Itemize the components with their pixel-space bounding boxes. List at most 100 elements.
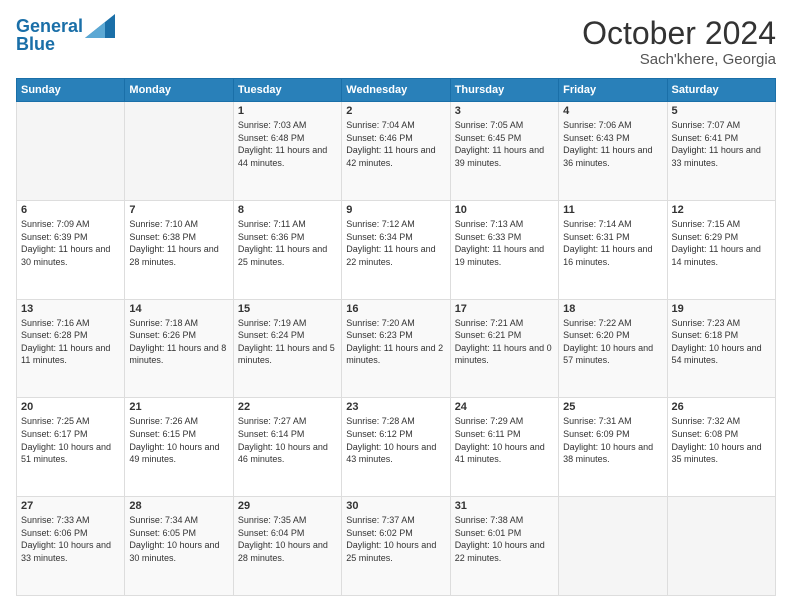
day-number: 8 [238, 204, 337, 216]
calendar-cell: 11 Sunrise: 7:14 AM Sunset: 6:31 PM Dayli… [559, 200, 667, 299]
day-info: Sunrise: 7:33 AM Sunset: 6:06 PM Dayligh… [21, 514, 120, 564]
day-info: Sunrise: 7:09 AM Sunset: 6:39 PM Dayligh… [21, 218, 120, 268]
day-info: Sunrise: 7:10 AM Sunset: 6:38 PM Dayligh… [129, 218, 228, 268]
calendar-cell: 8 Sunrise: 7:11 AM Sunset: 6:36 PM Daylig… [233, 200, 341, 299]
calendar-cell: 9 Sunrise: 7:12 AM Sunset: 6:34 PM Daylig… [342, 200, 450, 299]
day-number: 23 [346, 401, 445, 413]
calendar-cell [125, 102, 233, 201]
day-number: 11 [563, 204, 662, 216]
calendar-cell [667, 497, 775, 596]
calendar-week-row: 1 Sunrise: 7:03 AM Sunset: 6:48 PM Daylig… [17, 102, 776, 201]
weekday-header: Friday [559, 79, 667, 102]
calendar-cell: 13 Sunrise: 7:16 AM Sunset: 6:28 PM Dayli… [17, 299, 125, 398]
weekday-header: Sunday [17, 79, 125, 102]
day-info: Sunrise: 7:27 AM Sunset: 6:14 PM Dayligh… [238, 415, 337, 465]
day-number: 9 [346, 204, 445, 216]
calendar-cell: 2Sunrise: 7:04 AM Sunset: 6:46 PM Daylig… [342, 102, 450, 201]
day-number: 16 [346, 303, 445, 315]
calendar-cell: 1 Sunrise: 7:03 AM Sunset: 6:48 PM Daylig… [233, 102, 341, 201]
calendar-cell: 5 Sunrise: 7:07 AM Sunset: 6:41 PM Daylig… [667, 102, 775, 201]
day-number: 7 [129, 204, 228, 216]
calendar-cell: 3Sunrise: 7:05 AM Sunset: 6:45 PM Daylig… [450, 102, 558, 201]
day-number: 5 [672, 105, 771, 117]
calendar-cell: 21 Sunrise: 7:26 AM Sunset: 6:15 PM Dayli… [125, 398, 233, 497]
calendar-cell: 22Sunrise: 7:27 AM Sunset: 6:14 PM Dayli… [233, 398, 341, 497]
day-info: Sunrise: 7:32 AM Sunset: 6:08 PM Dayligh… [672, 415, 771, 465]
header: General Blue October 2024 Sach'khere, Ge… [16, 16, 776, 68]
calendar-cell: 17 Sunrise: 7:21 AM Sunset: 6:21 PM Dayli… [450, 299, 558, 398]
calendar-cell: 30 Sunrise: 7:37 AM Sunset: 6:02 PM Dayli… [342, 497, 450, 596]
calendar-cell: 19 Sunrise: 7:23 AM Sunset: 6:18 PM Dayli… [667, 299, 775, 398]
calendar-cell: 15Sunrise: 7:19 AM Sunset: 6:24 PM Dayli… [233, 299, 341, 398]
day-info: Sunrise: 7:03 AM Sunset: 6:48 PM Dayligh… [238, 119, 337, 169]
calendar-week-row: 6 Sunrise: 7:09 AM Sunset: 6:39 PM Daylig… [17, 200, 776, 299]
day-info: Sunrise: 7:29 AM Sunset: 6:11 PM Dayligh… [455, 415, 554, 465]
calendar-cell: 28Sunrise: 7:34 AM Sunset: 6:05 PM Dayli… [125, 497, 233, 596]
calendar-cell: 20 Sunrise: 7:25 AM Sunset: 6:17 PM Dayli… [17, 398, 125, 497]
day-info: Sunrise: 7:07 AM Sunset: 6:41 PM Dayligh… [672, 119, 771, 169]
calendar-cell: 26 Sunrise: 7:32 AM Sunset: 6:08 PM Dayli… [667, 398, 775, 497]
day-info: Sunrise: 7:28 AM Sunset: 6:12 PM Dayligh… [346, 415, 445, 465]
day-info: Sunrise: 7:16 AM Sunset: 6:28 PM Dayligh… [21, 317, 120, 367]
calendar-cell: 27 Sunrise: 7:33 AM Sunset: 6:06 PM Dayli… [17, 497, 125, 596]
day-number: 20 [21, 401, 120, 413]
weekday-header-row: SundayMondayTuesdayWednesdayThursdayFrid… [17, 79, 776, 102]
day-info: Sunrise: 7:13 AM Sunset: 6:33 PM Dayligh… [455, 218, 554, 268]
weekday-header: Thursday [450, 79, 558, 102]
day-info: Sunrise: 7:11 AM Sunset: 6:36 PM Dayligh… [238, 218, 337, 268]
page: General Blue October 2024 Sach'khere, Ge… [0, 0, 792, 612]
weekday-header: Wednesday [342, 79, 450, 102]
day-number: 13 [21, 303, 120, 315]
calendar-cell: 16 Sunrise: 7:20 AM Sunset: 6:23 PM Dayli… [342, 299, 450, 398]
day-info: Sunrise: 7:06 AM Sunset: 6:43 PM Dayligh… [563, 119, 662, 169]
day-number: 28 [129, 500, 228, 512]
calendar-cell: 24 Sunrise: 7:29 AM Sunset: 6:11 PM Dayli… [450, 398, 558, 497]
calendar-cell: 10Sunrise: 7:13 AM Sunset: 6:33 PM Dayli… [450, 200, 558, 299]
calendar-cell: 14Sunrise: 7:18 AM Sunset: 6:26 PM Dayli… [125, 299, 233, 398]
day-info: Sunrise: 7:31 AM Sunset: 6:09 PM Dayligh… [563, 415, 662, 465]
weekday-header: Monday [125, 79, 233, 102]
day-number: 29 [238, 500, 337, 512]
logo: General Blue [16, 16, 115, 55]
calendar-cell: 6 Sunrise: 7:09 AM Sunset: 6:39 PM Daylig… [17, 200, 125, 299]
day-number: 27 [21, 500, 120, 512]
day-number: 25 [563, 401, 662, 413]
day-info: Sunrise: 7:22 AM Sunset: 6:20 PM Dayligh… [563, 317, 662, 367]
weekday-header: Saturday [667, 79, 775, 102]
day-number: 26 [672, 401, 771, 413]
day-info: Sunrise: 7:26 AM Sunset: 6:15 PM Dayligh… [129, 415, 228, 465]
calendar-week-row: 20 Sunrise: 7:25 AM Sunset: 6:17 PM Dayli… [17, 398, 776, 497]
calendar-week-row: 27 Sunrise: 7:33 AM Sunset: 6:06 PM Dayli… [17, 497, 776, 596]
calendar-week-row: 13 Sunrise: 7:16 AM Sunset: 6:28 PM Dayli… [17, 299, 776, 398]
day-info: Sunrise: 7:05 AM Sunset: 6:45 PM Dayligh… [455, 119, 554, 169]
calendar-cell: 7 Sunrise: 7:10 AM Sunset: 6:38 PM Daylig… [125, 200, 233, 299]
day-number: 21 [129, 401, 228, 413]
day-info: Sunrise: 7:18 AM Sunset: 6:26 PM Dayligh… [129, 317, 228, 367]
title-block: October 2024 Sach'khere, Georgia [582, 16, 776, 68]
day-number: 6 [21, 204, 120, 216]
day-info: Sunrise: 7:23 AM Sunset: 6:18 PM Dayligh… [672, 317, 771, 367]
calendar-cell [17, 102, 125, 201]
day-info: Sunrise: 7:25 AM Sunset: 6:17 PM Dayligh… [21, 415, 120, 465]
day-number: 24 [455, 401, 554, 413]
calendar-cell: 12 Sunrise: 7:15 AM Sunset: 6:29 PM Dayli… [667, 200, 775, 299]
calendar-cell: 4 Sunrise: 7:06 AM Sunset: 6:43 PM Daylig… [559, 102, 667, 201]
day-info: Sunrise: 7:37 AM Sunset: 6:02 PM Dayligh… [346, 514, 445, 564]
day-info: Sunrise: 7:20 AM Sunset: 6:23 PM Dayligh… [346, 317, 445, 367]
day-number: 30 [346, 500, 445, 512]
day-number: 17 [455, 303, 554, 315]
weekday-header: Tuesday [233, 79, 341, 102]
day-number: 1 [238, 105, 337, 117]
day-info: Sunrise: 7:35 AM Sunset: 6:04 PM Dayligh… [238, 514, 337, 564]
day-number: 15 [238, 303, 337, 315]
day-info: Sunrise: 7:38 AM Sunset: 6:01 PM Dayligh… [455, 514, 554, 564]
day-number: 19 [672, 303, 771, 315]
day-info: Sunrise: 7:15 AM Sunset: 6:29 PM Dayligh… [672, 218, 771, 268]
day-info: Sunrise: 7:21 AM Sunset: 6:21 PM Dayligh… [455, 317, 554, 367]
main-title: October 2024 [582, 16, 776, 51]
day-number: 4 [563, 105, 662, 117]
day-number: 12 [672, 204, 771, 216]
day-info: Sunrise: 7:14 AM Sunset: 6:31 PM Dayligh… [563, 218, 662, 268]
calendar-cell: 18Sunrise: 7:22 AM Sunset: 6:20 PM Dayli… [559, 299, 667, 398]
day-info: Sunrise: 7:12 AM Sunset: 6:34 PM Dayligh… [346, 218, 445, 268]
